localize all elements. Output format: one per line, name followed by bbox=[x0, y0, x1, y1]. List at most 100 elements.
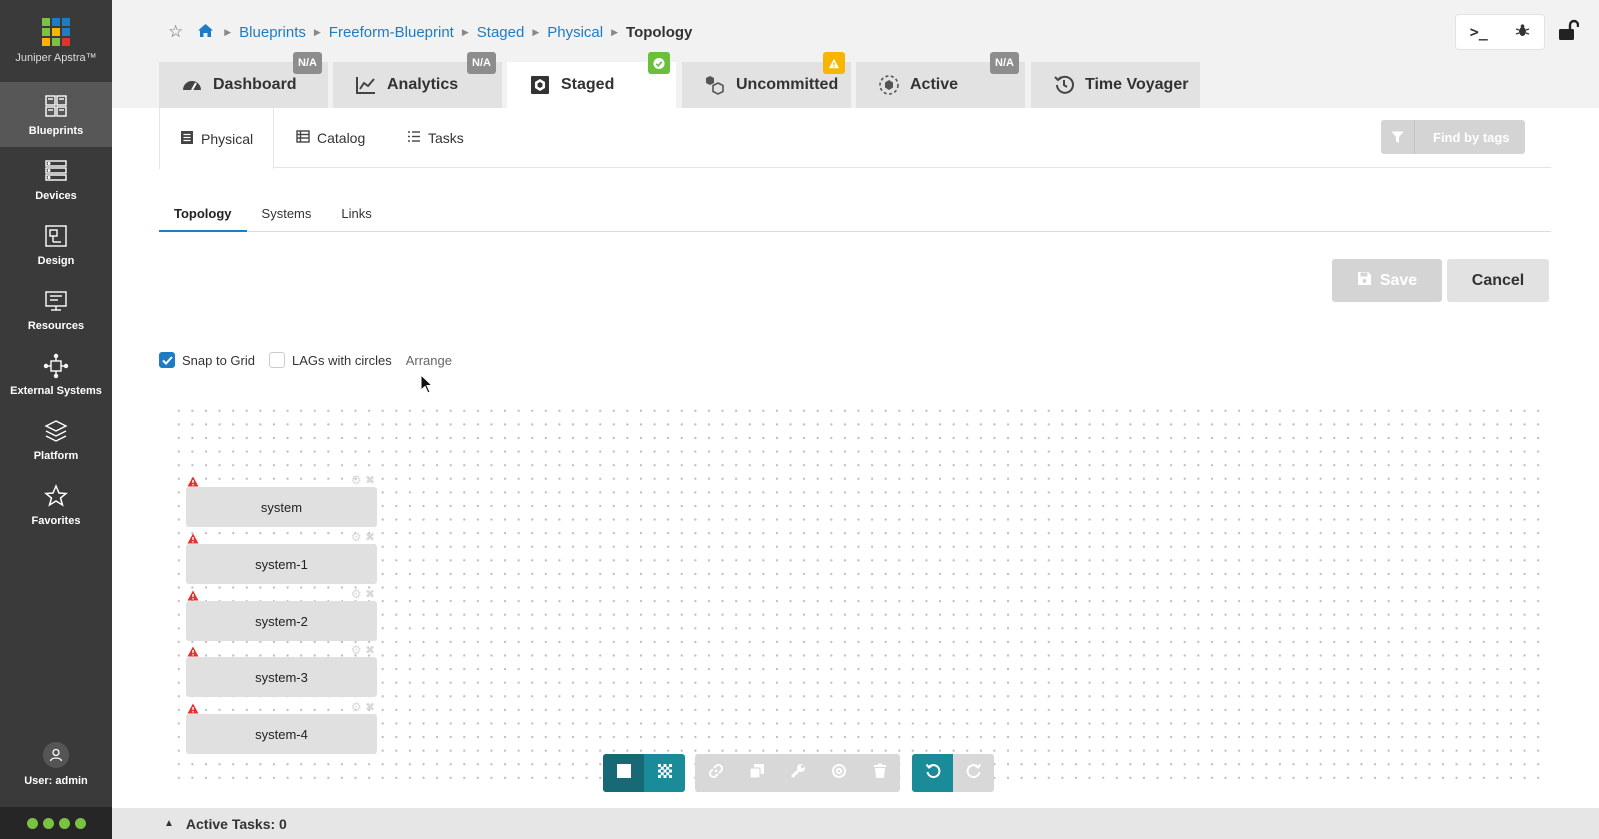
status-dot bbox=[74, 817, 86, 829]
find-by-tags-label: Find by tags bbox=[1433, 129, 1510, 145]
topology-canvas[interactable] bbox=[172, 404, 1542, 790]
breadcrumb-blueprints[interactable]: Blueprints bbox=[239, 24, 306, 41]
terminal-icon[interactable]: >_ bbox=[1470, 23, 1488, 41]
warning-icon bbox=[187, 588, 199, 606]
clone-button[interactable] bbox=[736, 754, 777, 792]
active-icon bbox=[878, 74, 900, 96]
sidebar-item-blueprints[interactable]: Blueprints bbox=[0, 82, 112, 147]
star-icon[interactable]: ☆ bbox=[168, 22, 183, 42]
unlock-icon[interactable] bbox=[1557, 19, 1580, 46]
close-icon[interactable]: ✖ bbox=[365, 643, 375, 657]
undo-icon bbox=[925, 763, 941, 784]
node-label[interactable]: system-4 bbox=[186, 714, 377, 754]
sidebar-item-resources[interactable]: Resources bbox=[0, 277, 112, 342]
close-icon[interactable]: ✖ bbox=[365, 473, 375, 487]
chevron-right-icon: ▶ bbox=[532, 26, 540, 37]
tab-topology[interactable]: Topology bbox=[159, 196, 247, 232]
tab-systems[interactable]: Systems bbox=[247, 196, 327, 232]
undo-button[interactable] bbox=[912, 754, 953, 792]
tab-analytics[interactable]: Analytics N/A bbox=[333, 52, 502, 108]
sidebar-item-label: Platform bbox=[33, 449, 79, 462]
node-label[interactable]: system-1 bbox=[186, 544, 377, 584]
active-tasks-bar[interactable]: ▲ Active Tasks: 0 bbox=[112, 808, 1599, 839]
tab-active[interactable]: Active N/A bbox=[856, 52, 1025, 108]
active-tasks-label: Active Tasks: 0 bbox=[185, 815, 287, 832]
sidebar-item-external-systems[interactable]: External Systems bbox=[0, 342, 112, 407]
sidebar-item-platform[interactable]: Platform bbox=[0, 407, 112, 472]
tab-uncommitted[interactable]: Uncommitted bbox=[682, 52, 851, 108]
close-icon[interactable]: ✖ bbox=[365, 587, 375, 601]
topology-node[interactable]: ⚙ ✖ system-2 bbox=[186, 587, 377, 641]
gear-icon[interactable]: ⚙ bbox=[351, 643, 362, 657]
delete-button[interactable] bbox=[859, 754, 900, 792]
app-logo[interactable]: Juniper Apstra™ bbox=[0, 0, 112, 82]
node-label[interactable]: system bbox=[186, 487, 377, 527]
tasks-icon bbox=[407, 130, 421, 146]
user-menu[interactable]: User: admin bbox=[0, 729, 112, 799]
solid-view-button[interactable] bbox=[603, 754, 644, 792]
close-icon[interactable]: ✖ bbox=[365, 700, 375, 714]
staged-icon bbox=[529, 74, 551, 96]
dashboard-icon bbox=[181, 74, 203, 96]
topology-node[interactable]: ⚙ ✖ system-1 bbox=[186, 530, 377, 584]
warning-icon bbox=[187, 474, 199, 492]
tab-label: Staged bbox=[561, 76, 615, 93]
breadcrumb-physical[interactable]: Physical bbox=[547, 24, 603, 41]
snap-to-grid-option[interactable]: Snap to Grid bbox=[159, 352, 255, 368]
tab-staged[interactable]: Staged bbox=[507, 52, 676, 108]
breadcrumb-staged[interactable]: Staged bbox=[477, 24, 525, 41]
sidebar-item-devices[interactable]: Devices bbox=[0, 147, 112, 212]
target-button[interactable] bbox=[818, 754, 859, 792]
node-label[interactable]: system-3 bbox=[186, 657, 377, 697]
save-button[interactable]: Save bbox=[1332, 259, 1442, 302]
chevron-right-icon: ▶ bbox=[224, 26, 232, 37]
grid-view-button[interactable] bbox=[644, 754, 685, 792]
sidebar-item-label: Favorites bbox=[31, 514, 81, 527]
link-button[interactable] bbox=[695, 754, 736, 792]
sidebar-item-label: Resources bbox=[27, 319, 85, 332]
subtab-label: Physical bbox=[201, 130, 254, 147]
arrange-button[interactable]: Arrange bbox=[406, 353, 452, 368]
find-by-tags-button[interactable]: Find by tags bbox=[1381, 120, 1525, 154]
gear-icon[interactable]: ⚙ bbox=[351, 473, 362, 487]
tab-time-voyager[interactable]: Time Voyager bbox=[1031, 62, 1200, 108]
history-toolbar bbox=[912, 754, 994, 792]
redo-button[interactable] bbox=[953, 754, 994, 792]
chevron-right-icon: ▶ bbox=[313, 26, 321, 37]
warning-badge bbox=[823, 52, 845, 74]
close-icon[interactable]: ✖ bbox=[365, 530, 375, 544]
external-systems-icon bbox=[43, 353, 69, 379]
gear-icon[interactable]: ⚙ bbox=[351, 587, 362, 601]
tab-label: Active bbox=[910, 76, 959, 93]
lags-with-circles-checkbox[interactable] bbox=[269, 352, 285, 368]
tab-links[interactable]: Links bbox=[326, 196, 386, 232]
bug-icon[interactable] bbox=[1515, 23, 1530, 42]
topology-node[interactable]: ⚙ ✖ system-4 bbox=[186, 700, 377, 754]
gear-icon[interactable]: ⚙ bbox=[351, 530, 362, 544]
breadcrumb-freeform-blueprint[interactable]: Freeform-Blueprint bbox=[329, 24, 454, 41]
lags-with-circles-label: LAGs with circles bbox=[292, 352, 392, 368]
redo-icon bbox=[966, 763, 982, 784]
chevron-right-icon: ▶ bbox=[611, 26, 619, 37]
properties-button[interactable] bbox=[777, 754, 818, 792]
lags-with-circles-option[interactable]: LAGs with circles bbox=[269, 352, 392, 368]
gear-icon[interactable]: ⚙ bbox=[351, 700, 362, 714]
subtab-label: Catalog bbox=[317, 130, 366, 146]
subtab-catalog[interactable]: Catalog bbox=[296, 108, 365, 168]
system-status-indicator[interactable] bbox=[0, 807, 112, 839]
subtab-physical[interactable]: Physical bbox=[159, 108, 275, 169]
save-icon bbox=[1357, 271, 1372, 291]
snap-to-grid-checkbox[interactable] bbox=[159, 352, 175, 368]
node-label[interactable]: system-2 bbox=[186, 601, 377, 641]
subtab-tasks[interactable]: Tasks bbox=[407, 108, 464, 168]
tab-dashboard[interactable]: Dashboard N/A bbox=[159, 52, 328, 108]
cancel-button[interactable]: Cancel bbox=[1447, 259, 1549, 302]
status-badge: N/A bbox=[293, 52, 322, 74]
topology-node[interactable]: ⚙ ✖ system-3 bbox=[186, 643, 377, 697]
breadcrumb-current: Topology bbox=[626, 23, 693, 41]
sidebar-item-favorites[interactable]: Favorites bbox=[0, 472, 112, 537]
home-icon[interactable] bbox=[197, 23, 214, 42]
sidebar-item-design[interactable]: Design bbox=[0, 212, 112, 277]
caret-up-icon: ▲ bbox=[164, 818, 174, 829]
topology-node[interactable]: ⚙ ✖ system bbox=[186, 473, 377, 527]
